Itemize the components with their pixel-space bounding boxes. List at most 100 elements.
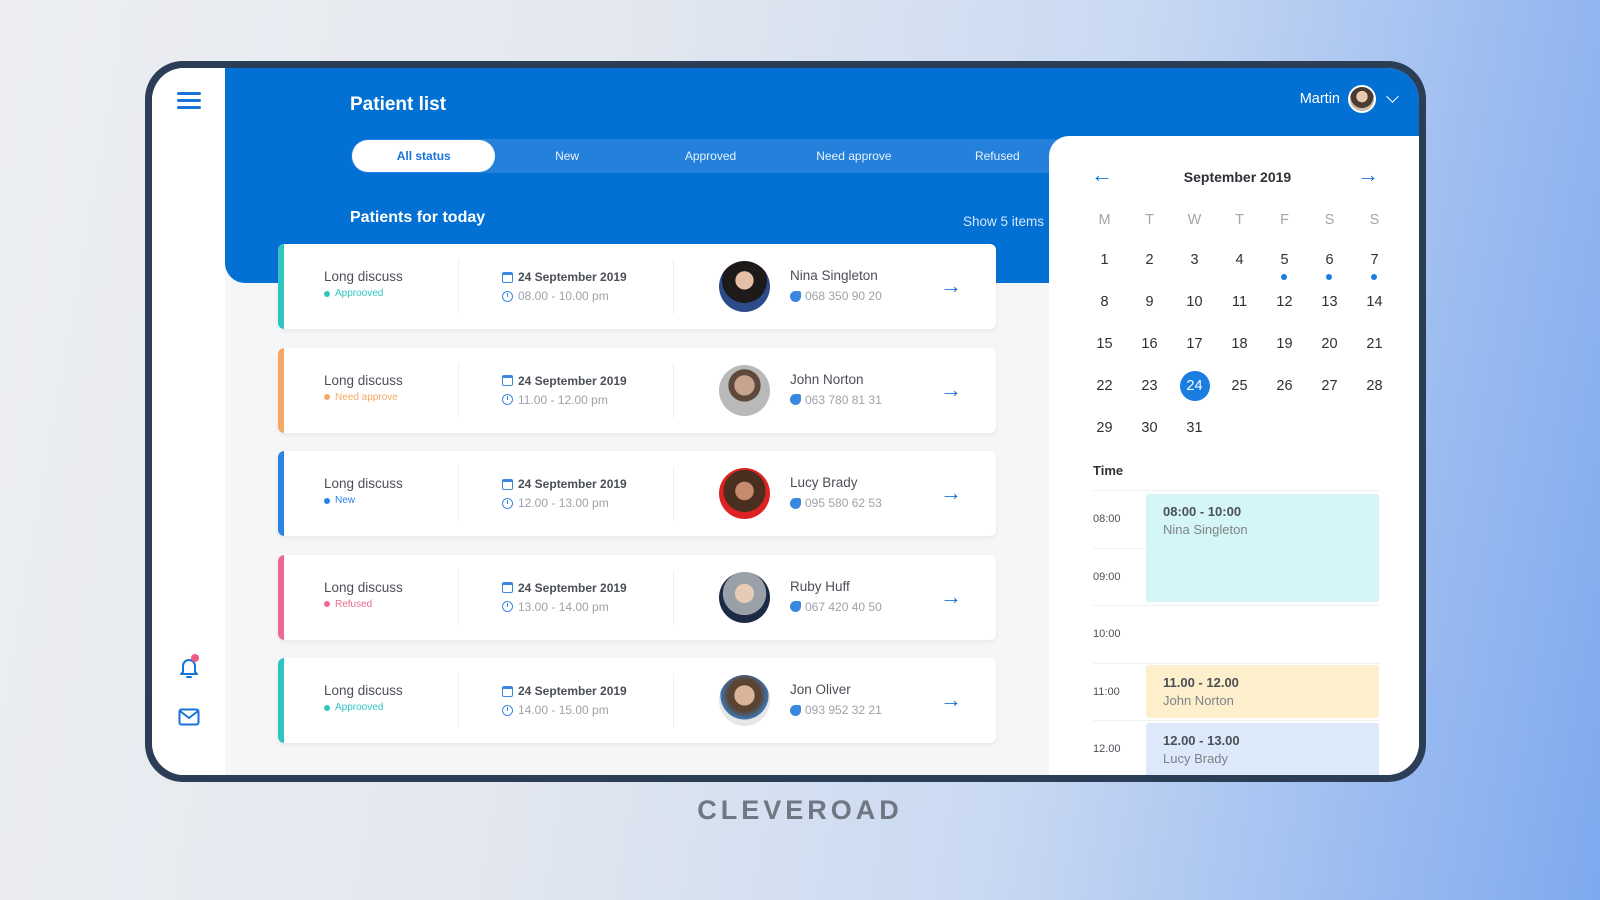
day-number: 30	[1141, 420, 1158, 436]
mail-icon[interactable]	[178, 708, 200, 726]
schedule-event[interactable]: 12.00 - 13.00 Lucy Brady	[1146, 723, 1379, 775]
weekday-label: T	[1145, 212, 1154, 228]
visit-info: Long discuss Refused	[324, 580, 454, 610]
visit-type: Long discuss	[324, 372, 403, 388]
open-patient-arrow-icon[interactable]: →	[940, 689, 962, 711]
patient-card[interactable]: Long discuss Approoved 24 September 2019…	[278, 658, 996, 743]
visit-info: Long discuss Approoved	[324, 683, 454, 713]
calendar-day[interactable]: 17	[1172, 329, 1217, 371]
status-badge: New	[324, 495, 454, 506]
calendar-icon	[502, 685, 513, 697]
user-name: Martin	[1299, 91, 1340, 107]
phone-icon	[790, 704, 801, 716]
clock-icon	[502, 601, 513, 612]
patient-card[interactable]: Long discuss Need approve 24 September 2…	[278, 347, 996, 433]
status-accent-bar	[278, 347, 284, 433]
app-screen: Patient list Martin All status New Approve…	[152, 68, 1419, 775]
status-accent-bar	[278, 451, 284, 536]
day-number: 26	[1276, 378, 1293, 394]
clock-icon	[502, 704, 513, 716]
user-menu[interactable]: Martin	[1299, 85, 1399, 113]
calendar-day[interactable]: 19	[1262, 329, 1307, 371]
day-number: 22	[1096, 378, 1113, 394]
calendar-day[interactable]: 5	[1262, 245, 1307, 287]
calendar-day[interactable]: 25	[1217, 371, 1262, 413]
status-badge: Approoved	[324, 288, 454, 299]
patient-card[interactable]: Long discuss Refused 24 September 2019 1…	[278, 554, 996, 640]
phone-icon	[790, 394, 801, 405]
open-patient-arrow-icon[interactable]: →	[940, 482, 962, 504]
calendar-day[interactable]: 22	[1082, 371, 1127, 413]
status-tab-all-status[interactable]: All status	[352, 140, 496, 172]
calendar-day[interactable]: 28	[1352, 371, 1397, 413]
hour-label: 11:00	[1093, 685, 1120, 698]
calendar-day[interactable]: 18	[1217, 329, 1262, 371]
status-dot-icon	[324, 497, 330, 504]
status-label: Need approve	[335, 391, 398, 403]
calendar-day[interactable]: 20	[1307, 329, 1352, 371]
schedule-event[interactable]: 08:00 - 10:00 Nina Singleton	[1146, 494, 1379, 602]
weekday-label: W	[1187, 212, 1202, 228]
event-time: 11.00 - 12.00	[1163, 675, 1239, 690]
phone-icon	[790, 497, 801, 509]
status-tab-need-approve[interactable]: Need approve	[782, 139, 925, 173]
calendar-day[interactable]: 23	[1127, 371, 1172, 413]
schedule-title: Time	[1093, 463, 1124, 478]
status-tab-approved[interactable]: Approved	[639, 139, 782, 173]
calendar-day[interactable]: 13	[1307, 287, 1352, 329]
patient-card[interactable]: Long discuss Approoved 24 September 2019…	[278, 244, 996, 329]
calendar-day[interactable]: 7	[1352, 245, 1397, 287]
open-patient-arrow-icon[interactable]: →	[940, 275, 962, 297]
phone-icon	[790, 290, 801, 302]
event-time: 12.00 - 13.00	[1163, 733, 1240, 748]
calendar-day[interactable]: 27	[1307, 371, 1352, 413]
status-tab-new[interactable]: New	[495, 139, 638, 173]
calendar-day[interactable]: 15	[1082, 329, 1127, 371]
schedule-event[interactable]: 11.00 - 12.00 John Norton	[1146, 665, 1379, 718]
open-patient-arrow-icon[interactable]: →	[940, 585, 962, 607]
event-indicator-dot	[1371, 274, 1377, 280]
calendar-day-selected[interactable]: 24	[1172, 371, 1217, 413]
calendar-day[interactable]: 10	[1172, 287, 1217, 329]
appointment-datetime: 24 September 2019 14.00 - 15.00 pm	[502, 684, 627, 717]
divider	[458, 673, 459, 728]
patient-list: Long discuss Approoved 24 September 2019…	[278, 244, 996, 762]
calendar-day[interactable]: 31	[1172, 413, 1217, 455]
calendar-day[interactable]: 4	[1217, 245, 1262, 287]
day-number: 19	[1276, 336, 1293, 352]
time-row: 10:00	[1093, 605, 1380, 663]
calendar-day[interactable]: 11	[1217, 287, 1262, 329]
day-number: 12	[1276, 294, 1293, 310]
day-number: 23	[1141, 378, 1158, 394]
calendar-day[interactable]: 3	[1172, 245, 1217, 287]
status-accent-bar	[278, 554, 284, 640]
weekday-label: S	[1369, 212, 1380, 228]
day-number: 31	[1186, 420, 1203, 436]
calendar-day[interactable]: 26	[1262, 371, 1307, 413]
calendar-day[interactable]: 29	[1082, 413, 1127, 455]
notification-bell-icon[interactable]	[178, 654, 200, 680]
status-tab-refused[interactable]: Refused	[926, 139, 1069, 173]
hour-label: 12.00	[1093, 743, 1121, 755]
weekday-label: F	[1280, 212, 1289, 228]
phone-icon	[790, 601, 801, 612]
show-items-dropdown[interactable]: Show 5 items	[963, 214, 1060, 229]
calendar-day[interactable]: 21	[1352, 329, 1397, 371]
calendar-day[interactable]: 1	[1082, 245, 1127, 287]
patient-card[interactable]: Long discuss New 24 September 2019 12.00…	[278, 451, 996, 536]
clock-icon	[502, 394, 513, 405]
calendar-day[interactable]: 2	[1127, 245, 1172, 287]
calendar-day[interactable]: 12	[1262, 287, 1307, 329]
calendar-day[interactable]: 6	[1307, 245, 1352, 287]
patient-phone: 068 350 90 20	[805, 289, 882, 303]
calendar-day[interactable]: 8	[1082, 287, 1127, 329]
patient-avatar	[719, 675, 770, 726]
calendar-day[interactable]: 30	[1127, 413, 1172, 455]
next-month-arrow-icon[interactable]: →	[1357, 162, 1379, 188]
calendar-day[interactable]: 9	[1127, 287, 1172, 329]
visit-type: Long discuss	[324, 579, 403, 595]
hamburger-menu-icon[interactable]	[177, 92, 201, 110]
calendar-day[interactable]: 16	[1127, 329, 1172, 371]
calendar-day[interactable]: 14	[1352, 287, 1397, 329]
open-patient-arrow-icon[interactable]: →	[940, 378, 962, 400]
